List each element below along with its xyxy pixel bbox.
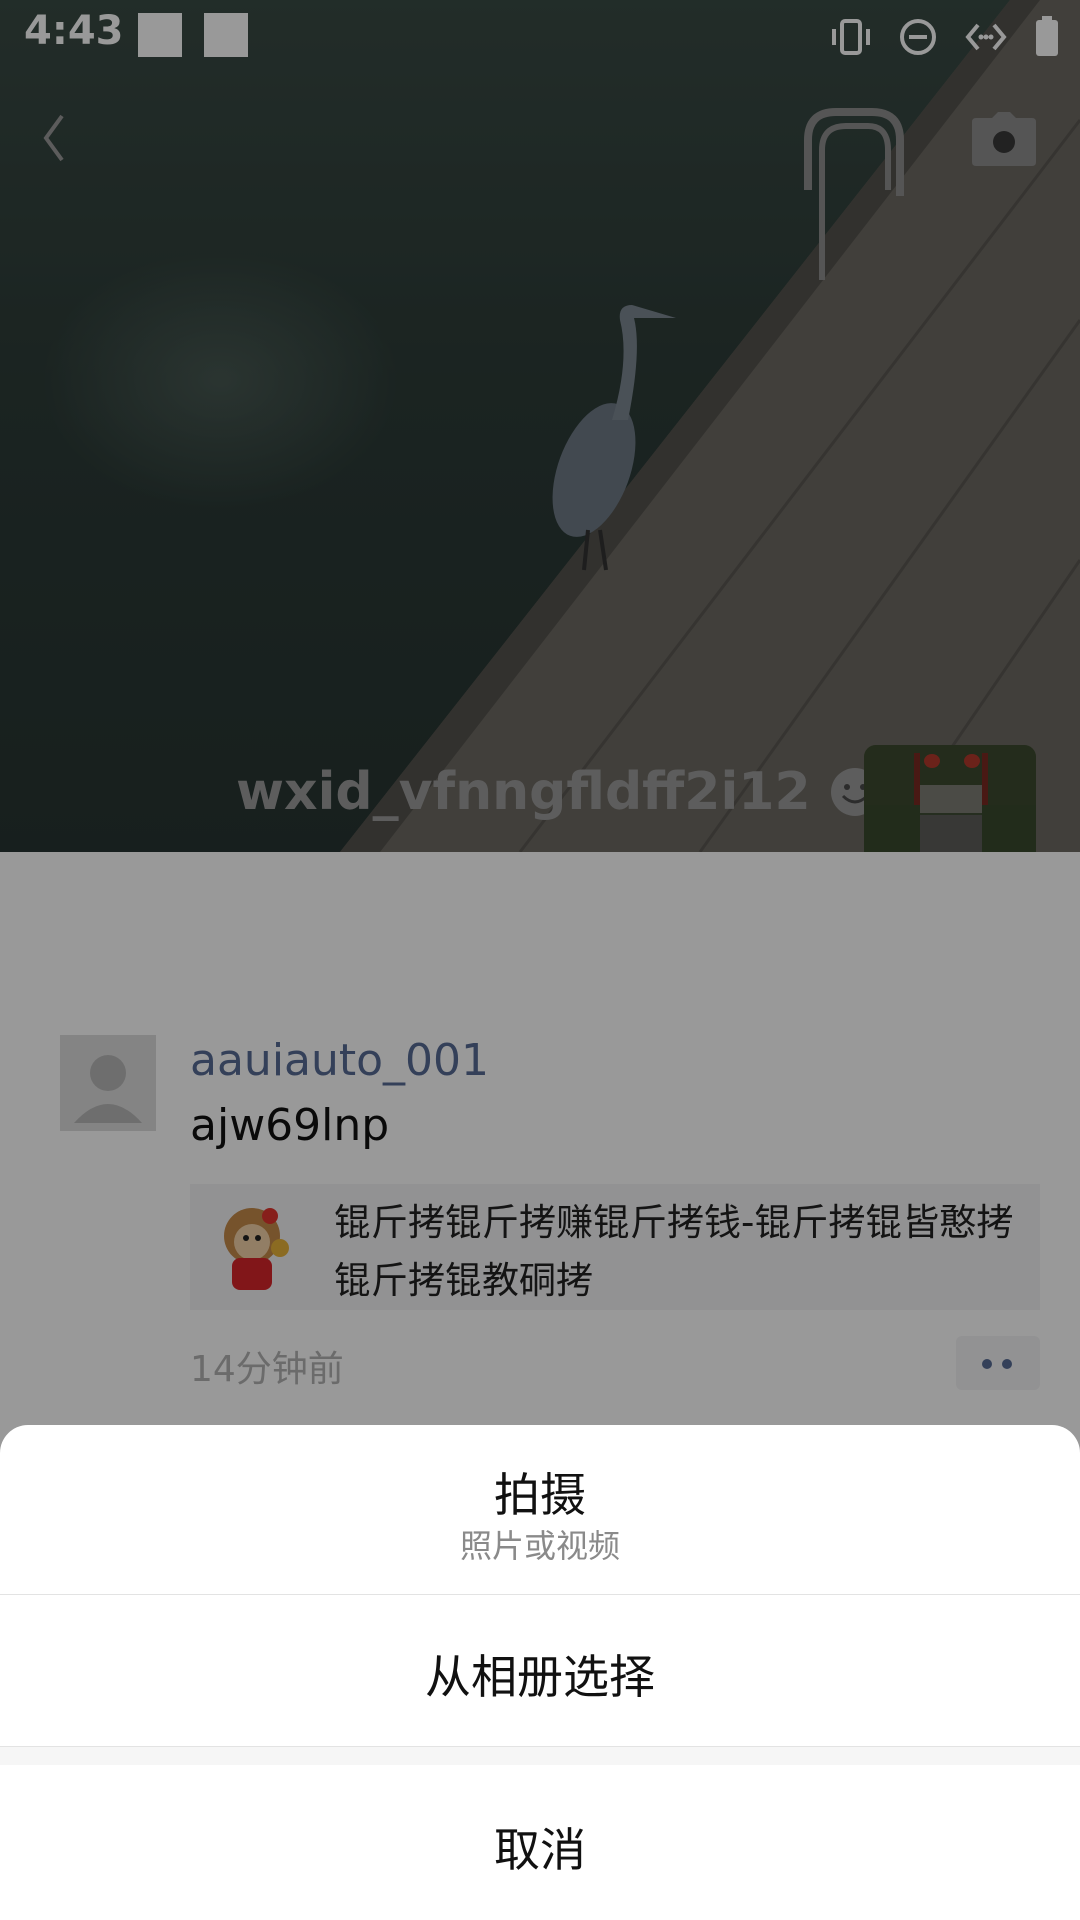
option-take-photo-sublabel: 照片或视频 <box>459 1527 620 1565</box>
cancel-label: 取消 <box>494 1823 586 1877</box>
option-choose-from-album[interactable]: 从相册选择 <box>0 1595 1080 1746</box>
option-take-photo-video[interactable]: 拍摄 照片或视频 <box>0 1425 1080 1595</box>
cancel-button[interactable]: 取消 <box>0 1764 1080 1920</box>
option-album-label: 从相册选择 <box>425 1650 655 1704</box>
option-take-photo-label: 拍摄 <box>494 1468 586 1522</box>
action-sheet: 拍摄 照片或视频 从相册选择 取消 <box>0 1425 1080 1920</box>
sheet-separator <box>0 1746 1080 1765</box>
